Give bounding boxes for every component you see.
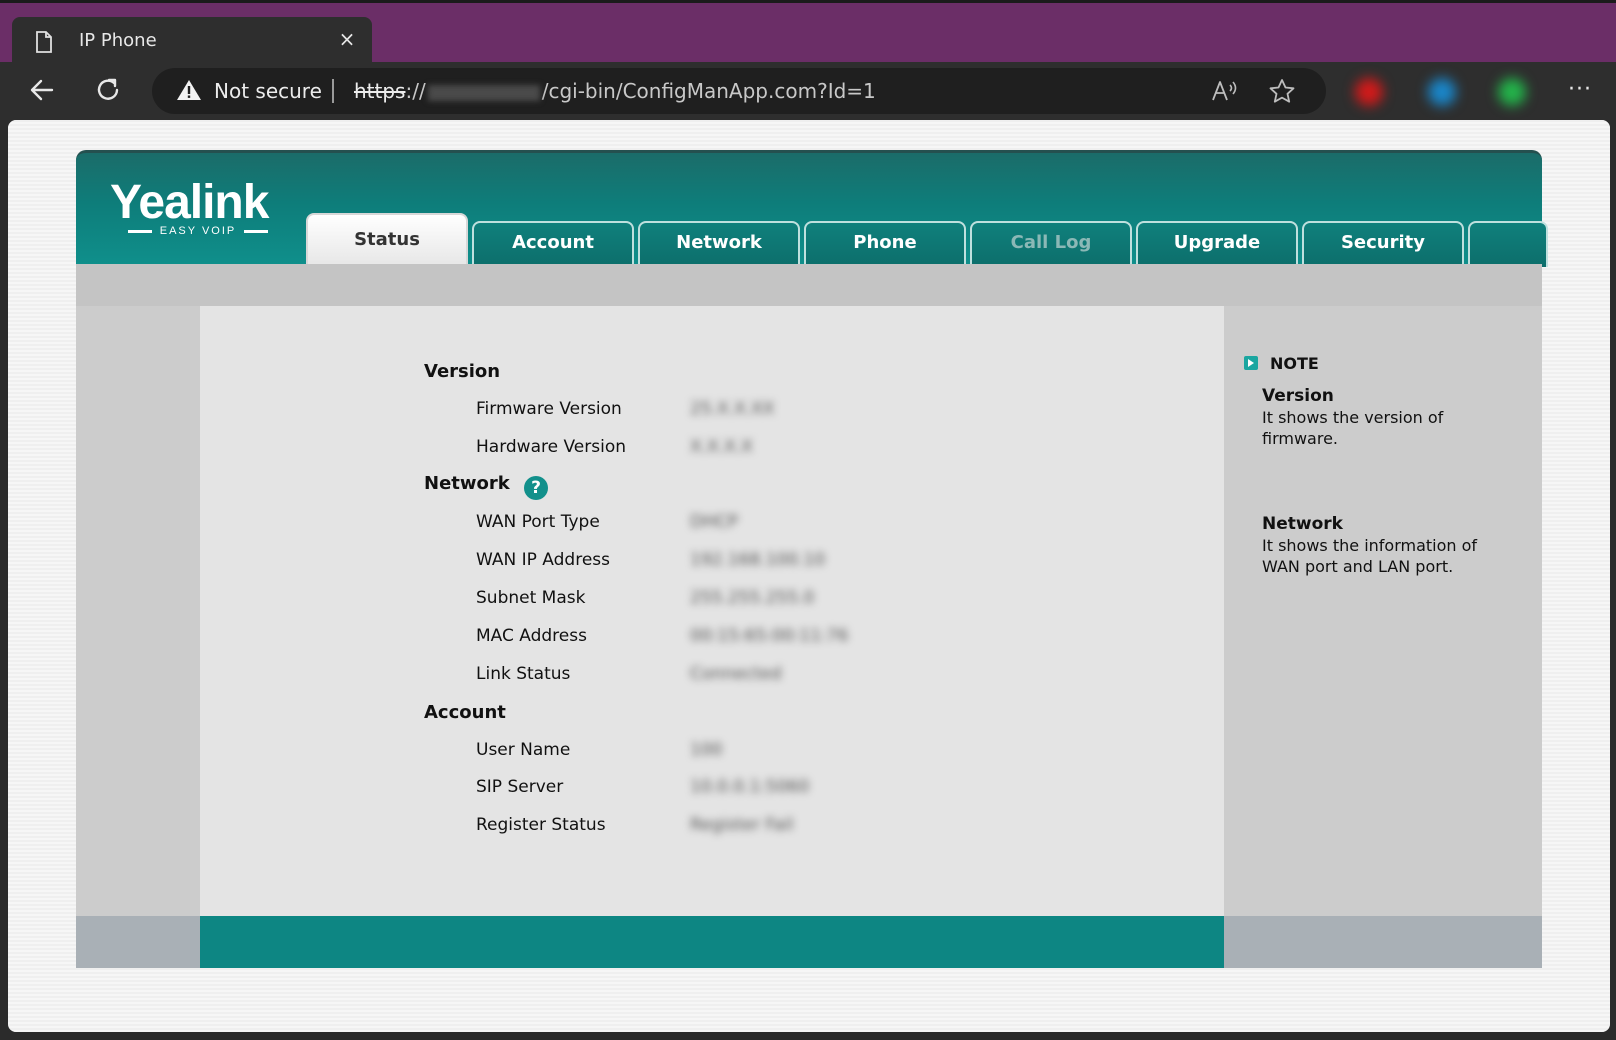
browser-tab[interactable]: IP Phone × — [12, 17, 372, 65]
tab-title: IP Phone — [79, 30, 157, 51]
register-status-value: Register Fail — [690, 815, 794, 835]
note-panel: NOTE Version It shows the version of fir… — [1224, 306, 1542, 916]
tab-phone[interactable]: Phone — [804, 221, 966, 267]
tab-security[interactable]: Security — [1302, 221, 1464, 267]
more-options-icon[interactable]: ··· — [1566, 78, 1594, 106]
document-icon — [36, 31, 52, 53]
sip-server-label: SIP Server — [476, 777, 564, 797]
note-header: NOTE — [1244, 354, 1319, 373]
note-version: Version It shows the version of firmware… — [1262, 386, 1512, 449]
browser-titlebar: IP Phone × — [0, 0, 1616, 65]
note-network-text: It shows the information of WAN port and… — [1262, 536, 1478, 576]
note-arrow-icon — [1244, 356, 1258, 370]
link-status-value: Connected — [690, 664, 782, 684]
url-scheme: https — [354, 79, 406, 103]
warning-icon — [177, 80, 201, 100]
footer-bar — [200, 916, 1224, 968]
mac-address-label: MAC Address — [476, 626, 587, 646]
link-status-label: Link Status — [476, 664, 571, 684]
favorite-star-icon[interactable] — [1268, 78, 1296, 104]
refresh-icon[interactable] — [90, 72, 126, 108]
note-version-text: It shows the version of firmware. — [1262, 408, 1444, 448]
footer-left — [76, 916, 200, 968]
section-version-title: Version — [424, 361, 501, 382]
firmware-version-label: Firmware Version — [476, 399, 622, 419]
section-network-title: Network — [424, 473, 510, 494]
wan-port-type-label: WAN Port Type — [476, 512, 600, 532]
extension-icon-red[interactable] — [1355, 78, 1383, 106]
tab-account[interactable]: Account — [472, 221, 634, 267]
note-title: NOTE — [1270, 354, 1319, 373]
hardware-version-value: X.X.X.X — [690, 437, 753, 457]
firmware-version-value: 25.X.X.XX — [690, 399, 775, 419]
tab-status[interactable]: Status — [306, 213, 468, 267]
mac-address-value: 00:15:65:00:11:76 — [690, 626, 849, 646]
user-name-value: 100 — [690, 740, 723, 760]
url-path: /cgi-bin/ConfigManApp.com?Id=1 — [541, 79, 876, 103]
address-bar[interactable]: Not secure https:// /cgi-bin/ConfigManApp… — [152, 68, 1326, 114]
help-icon[interactable]: ? — [524, 476, 548, 500]
main-nav: Status Account Network Phone Call Log Up… — [306, 213, 1548, 267]
yealink-web-ui: Yealink EASY VOIP Status Account Network… — [76, 150, 1548, 992]
note-network: Network It shows the information of WAN … — [1262, 514, 1512, 577]
wan-port-type-value: DHCP — [690, 512, 738, 532]
url-separator: :// — [405, 79, 426, 103]
note-version-title: Version — [1262, 386, 1334, 406]
close-tab-icon[interactable]: × — [336, 28, 358, 50]
page-viewport: Yealink EASY VOIP Status Account Network… — [8, 120, 1610, 1032]
left-column — [76, 306, 200, 916]
url-text[interactable]: https:// /cgi-bin/ConfigManApp.com?Id=1 — [354, 79, 876, 103]
note-network-title: Network — [1262, 514, 1343, 534]
extension-icon-green[interactable] — [1498, 78, 1526, 106]
browser-toolbar: Not secure https:// /cgi-bin/ConfigManApp… — [0, 62, 1616, 120]
subnet-mask-value: 255.255.255.0 — [690, 588, 815, 608]
tab-call-log[interactable]: Call Log — [970, 221, 1132, 267]
security-status[interactable]: Not secure — [214, 79, 322, 103]
register-status-label: Register Status — [476, 815, 606, 835]
read-aloud-icon[interactable] — [1210, 78, 1238, 104]
address-divider — [332, 79, 334, 103]
logo-tagline: EASY VOIP — [128, 225, 268, 237]
status-content: Version Firmware Version 25.X.X.XX Hardw… — [200, 306, 1224, 916]
footer-right — [1224, 916, 1542, 968]
header: Yealink EASY VOIP Status Account Network… — [76, 150, 1548, 267]
back-icon[interactable] — [24, 72, 60, 108]
wan-ip-label: WAN IP Address — [476, 550, 610, 570]
sip-server-value: 10.0.0.1:5060 — [690, 777, 810, 797]
tab-network[interactable]: Network — [638, 221, 800, 267]
tab-more[interactable] — [1468, 221, 1548, 267]
section-account-title: Account — [424, 702, 506, 723]
yealink-logo: Yealink — [110, 176, 269, 229]
hardware-version-label: Hardware Version — [476, 437, 626, 457]
extension-icon-blue[interactable] — [1428, 78, 1456, 106]
url-host-redacted — [427, 84, 540, 101]
sub-header-bar — [76, 264, 1542, 306]
subnet-mask-label: Subnet Mask — [476, 588, 586, 608]
user-name-label: User Name — [476, 740, 571, 760]
wan-ip-value: 192.168.100.10 — [690, 550, 826, 570]
tab-upgrade[interactable]: Upgrade — [1136, 221, 1298, 267]
